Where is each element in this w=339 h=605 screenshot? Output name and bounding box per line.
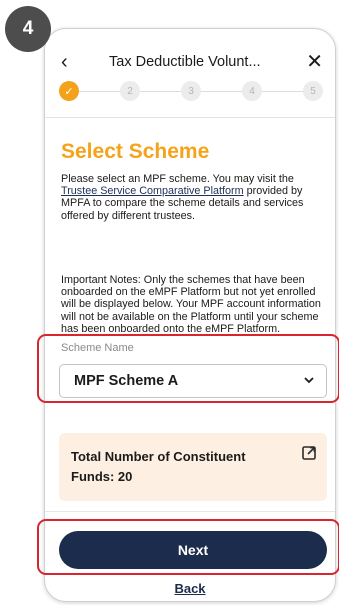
intro-paragraph: Please select an MPF scheme. You may vis… <box>61 173 329 222</box>
trustee-platform-link[interactable]: Trustee Service Comparative Platform <box>61 185 244 197</box>
external-link-icon[interactable] <box>301 445 317 461</box>
step-5: 5 <box>303 81 323 101</box>
progress-stepper: ✓ 2 3 4 5 <box>59 81 323 101</box>
header-divider <box>45 117 335 118</box>
app-header: ‹ Tax Deductible Volunt... ✕ <box>45 49 335 75</box>
constituent-funds-text: Total Number of Constituent Funds: 20 <box>71 449 246 484</box>
scheme-name-select[interactable]: MPF Scheme A <box>59 364 327 398</box>
page-title: Tax Deductible Volunt... <box>109 54 261 70</box>
important-notes: Important Notes: Only the schemes that h… <box>61 274 321 335</box>
back-link[interactable]: Back <box>45 581 335 596</box>
close-icon[interactable]: ✕ <box>306 49 323 75</box>
next-button[interactable]: Next <box>59 531 327 569</box>
step-1-completed-icon: ✓ <box>59 81 79 101</box>
phone-screen: ‹ Tax Deductible Volunt... ✕ ✓ 2 3 4 5 S… <box>44 28 336 602</box>
step-4: 4 <box>242 81 262 101</box>
chevron-down-icon <box>304 365 314 397</box>
back-chevron-icon[interactable]: ‹ <box>61 49 68 75</box>
scheme-name-label: Scheme Name <box>61 342 134 354</box>
constituent-funds-card: Total Number of Constituent Funds: 20 <box>59 433 327 501</box>
step-2: 2 <box>120 81 140 101</box>
scheme-name-value: MPF Scheme A <box>74 373 179 389</box>
intro-text-start: Please select an MPF scheme. You may vis… <box>61 173 294 185</box>
section-title: Select Scheme <box>61 140 210 163</box>
step-number-badge: 4 <box>5 6 51 52</box>
footer-divider <box>45 511 335 512</box>
step-3: 3 <box>181 81 201 101</box>
